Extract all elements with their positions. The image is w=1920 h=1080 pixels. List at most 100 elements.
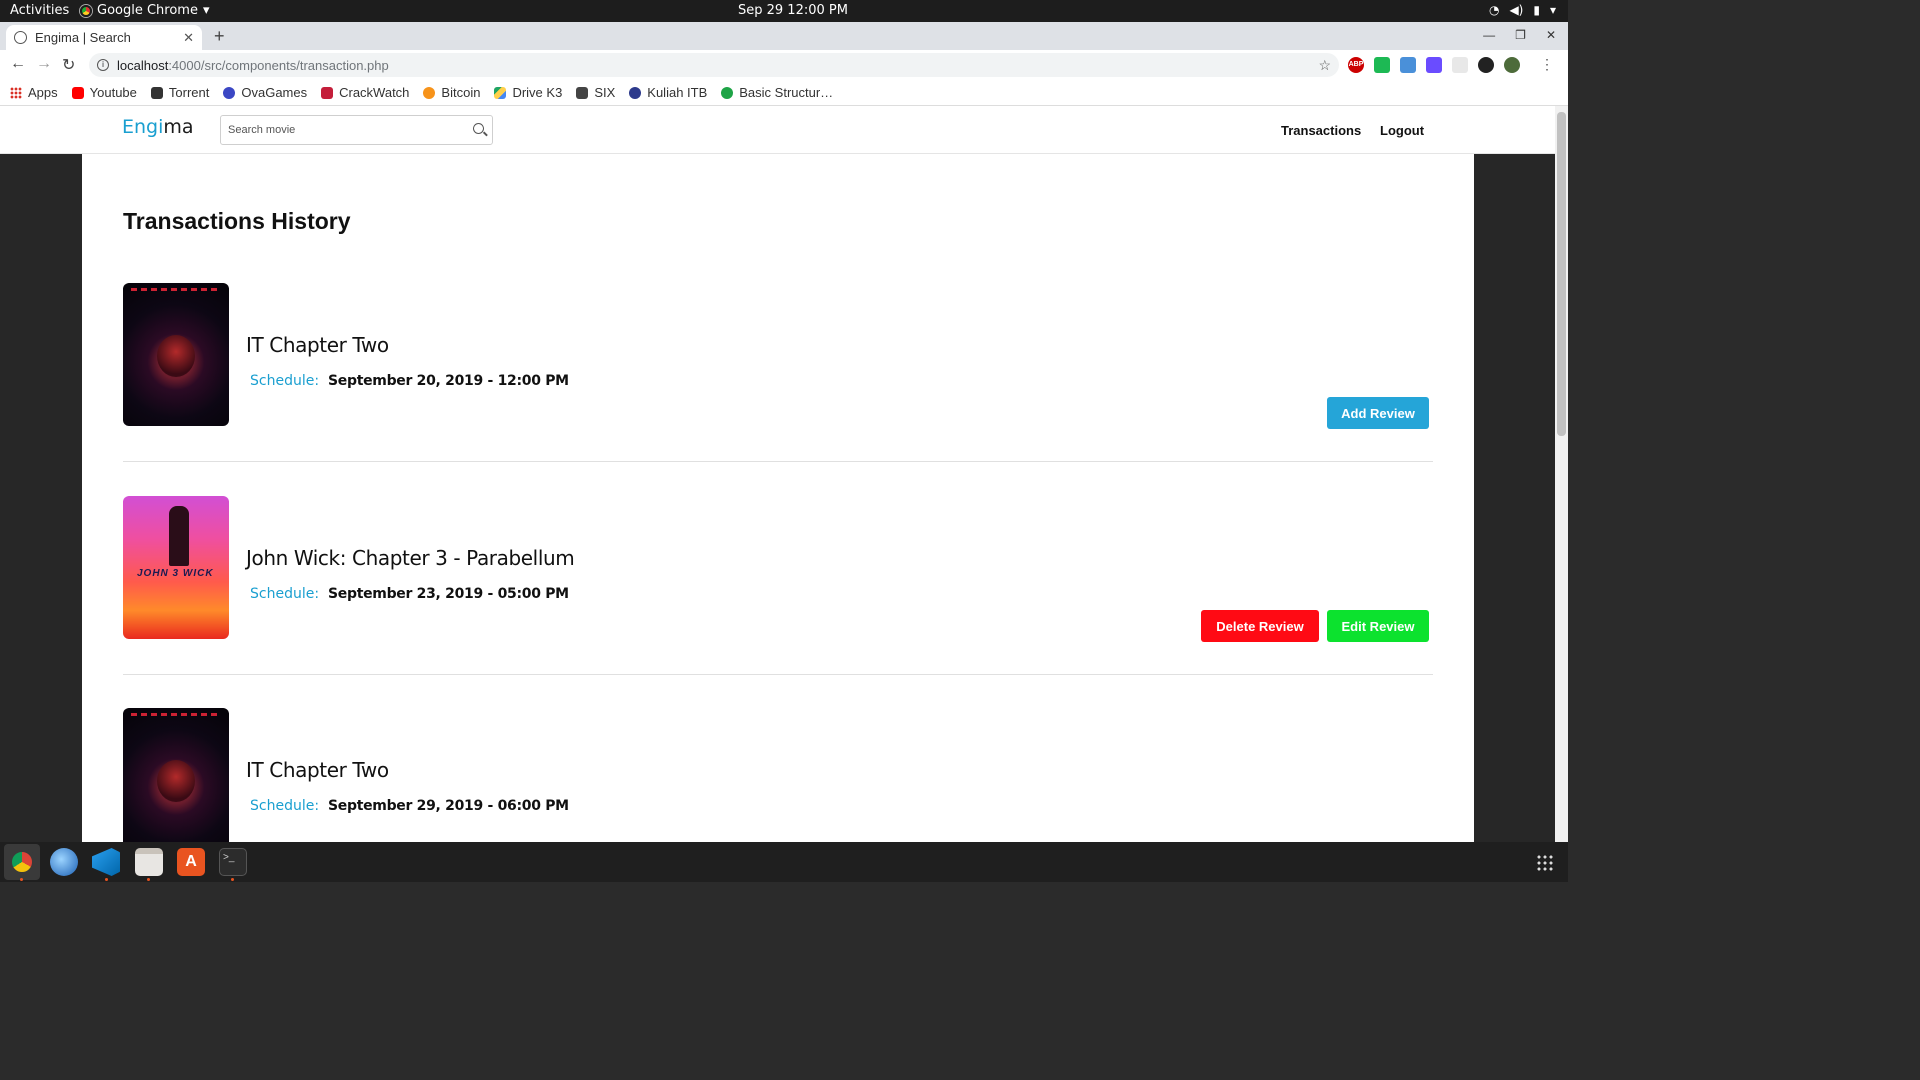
vscode-icon[interactable] bbox=[92, 848, 120, 876]
it-chapter-two-poster bbox=[123, 708, 229, 842]
bookmark-label: SIX bbox=[594, 85, 616, 100]
bookmark-torrent[interactable]: Torrent bbox=[150, 85, 209, 100]
running-indicator bbox=[231, 878, 234, 881]
url-host: localhost bbox=[117, 57, 169, 73]
extension-icon[interactable] bbox=[1374, 57, 1390, 73]
apps-grid-icon bbox=[10, 86, 22, 99]
extension-icon[interactable] bbox=[1452, 57, 1468, 73]
adblock-icon[interactable]: ABP bbox=[1348, 57, 1364, 73]
bookmark-label: Apps bbox=[28, 85, 58, 100]
clock[interactable]: Sep 29 12:00 PM bbox=[738, 3, 848, 18]
brand-part-1: Engi bbox=[122, 116, 164, 138]
software-center-icon[interactable]: A bbox=[177, 848, 205, 876]
bookmark-kuliah-itb[interactable]: Kuliah ITB bbox=[629, 85, 707, 100]
schedule-label: Schedule: bbox=[250, 586, 320, 602]
nav-transactions[interactable]: Transactions bbox=[1281, 123, 1361, 138]
bookmark-ovagames[interactable]: OvaGames bbox=[223, 85, 307, 100]
system-tray[interactable]: ◔ ◀) ▮ ▾ bbox=[1489, 3, 1556, 17]
nav-logout[interactable]: Logout bbox=[1380, 123, 1424, 138]
brand-part-2: ma bbox=[163, 116, 194, 138]
screen: Activities Google Chrome ▾ Sep 29 12:00 … bbox=[0, 0, 1568, 882]
reload-icon[interactable]: ↻ bbox=[62, 55, 75, 75]
forward-icon[interactable]: → bbox=[36, 55, 52, 73]
schedule-label: Schedule: bbox=[250, 373, 320, 389]
info-icon[interactable]: i bbox=[97, 59, 109, 71]
back-icon[interactable]: ← bbox=[10, 55, 26, 73]
schedule-value: September 23, 2019 - 05:00 PM bbox=[328, 586, 569, 602]
bookmark-basic-structure[interactable]: Basic Structur… bbox=[721, 85, 833, 100]
toolbar: ← → ↻ i localhost :4000/src/components/t… bbox=[0, 50, 1568, 80]
extension-icon[interactable] bbox=[1426, 57, 1442, 73]
chrome-icon bbox=[80, 4, 92, 17]
terminal-icon[interactable]: >_ bbox=[219, 848, 247, 876]
divider bbox=[123, 461, 1433, 462]
bookmark-drive[interactable]: Drive K3 bbox=[494, 85, 562, 100]
transaction-item: IT Chapter Two Schedule: September 20, 2… bbox=[123, 283, 1433, 462]
tab-strip: Engima | Search ✕ bbox=[0, 22, 1568, 50]
divider bbox=[123, 674, 1433, 675]
bookmark-label: CrackWatch bbox=[339, 85, 410, 100]
it-chapter-two-poster bbox=[123, 283, 229, 426]
volume-icon: ◀) bbox=[1509, 3, 1524, 17]
extension-icon[interactable] bbox=[1400, 57, 1416, 73]
address-bar[interactable]: i localhost :4000/src/components/transac… bbox=[89, 53, 1339, 77]
close-tab-icon[interactable]: ✕ bbox=[183, 30, 194, 46]
page-viewport: Engima Transactions Logout Transactions … bbox=[0, 106, 1555, 842]
bookmark-youtube[interactable]: Youtube bbox=[71, 85, 137, 100]
google-drive-icon bbox=[494, 86, 507, 99]
bookmark-six[interactable]: SIX bbox=[576, 85, 615, 100]
bookmark-label: Drive K3 bbox=[512, 85, 563, 100]
bookmark-apps[interactable]: Apps bbox=[10, 85, 58, 100]
wifi-icon: ◔ bbox=[1488, 3, 1500, 17]
tab-title: Engima | Search bbox=[35, 30, 131, 45]
page-scrollbar[interactable] bbox=[1555, 106, 1568, 842]
extension-icon[interactable] bbox=[1478, 57, 1494, 73]
show-applications-icon[interactable] bbox=[1536, 854, 1554, 872]
chevron-down-icon: ▾ bbox=[202, 3, 210, 18]
search-icon[interactable] bbox=[473, 123, 484, 134]
bookmark-bitcoin[interactable]: Bitcoin bbox=[423, 85, 480, 100]
chevron-down-icon: ▾ bbox=[1549, 3, 1556, 17]
chrome-icon[interactable] bbox=[8, 848, 36, 876]
close-window-icon[interactable]: ✕ bbox=[1546, 28, 1556, 42]
brand-logo[interactable]: Engima bbox=[122, 116, 194, 138]
main-content: Transactions History IT Chapter Two Sche… bbox=[82, 154, 1474, 842]
running-indicator bbox=[105, 878, 108, 881]
schedule-label: Schedule: bbox=[250, 798, 320, 814]
bookmark-star-icon[interactable]: ☆ bbox=[1318, 57, 1331, 74]
minimize-icon[interactable]: — bbox=[1483, 28, 1495, 42]
activities-button[interactable]: Activities bbox=[10, 3, 69, 18]
green-site-icon bbox=[721, 86, 734, 99]
schedule-value: September 20, 2019 - 12:00 PM bbox=[328, 373, 569, 389]
bookmark-label: OvaGames bbox=[241, 85, 308, 100]
new-tab-button[interactable]: + bbox=[214, 26, 225, 47]
schedule-value: September 29, 2019 - 06:00 PM bbox=[328, 798, 569, 814]
delete-review-button[interactable]: Delete Review bbox=[1201, 610, 1319, 642]
edit-review-button[interactable]: Edit Review bbox=[1327, 610, 1429, 642]
app-menu[interactable]: Google Chrome ▾ bbox=[80, 3, 210, 18]
youtube-icon bbox=[71, 86, 84, 99]
thunderbird-icon[interactable] bbox=[50, 848, 78, 876]
bookmark-label: Bitcoin bbox=[441, 85, 481, 100]
scrollbar-thumb[interactable] bbox=[1557, 112, 1566, 436]
battery-icon: ▮ bbox=[1533, 3, 1540, 17]
files-icon[interactable] bbox=[135, 848, 163, 876]
bookmark-label: Basic Structur… bbox=[739, 85, 834, 100]
chrome-menu-icon[interactable]: ⋮ bbox=[1540, 56, 1554, 73]
bookmark-label: Youtube bbox=[89, 85, 137, 100]
movie-title: John Wick: Chapter 3 - Parabellum bbox=[246, 546, 575, 570]
search-box bbox=[220, 115, 493, 145]
transaction-item: IT Chapter Two Schedule: September 29, 2… bbox=[123, 708, 1433, 842]
globe-icon bbox=[14, 31, 27, 44]
app-menu-label: Google Chrome bbox=[97, 3, 198, 18]
profile-avatar[interactable] bbox=[1504, 57, 1520, 73]
six-icon bbox=[576, 86, 589, 99]
browser-tab[interactable]: Engima | Search ✕ bbox=[6, 25, 202, 50]
add-review-button[interactable]: Add Review bbox=[1327, 397, 1429, 429]
maximize-icon[interactable]: ❐ bbox=[1515, 28, 1526, 42]
ovagames-icon bbox=[223, 86, 236, 99]
john-wick-poster: JOHN 3 WICK bbox=[123, 496, 229, 639]
movie-title: IT Chapter Two bbox=[246, 333, 389, 357]
search-input[interactable] bbox=[221, 116, 451, 144]
bookmark-crackwatch[interactable]: CrackWatch bbox=[321, 85, 409, 100]
